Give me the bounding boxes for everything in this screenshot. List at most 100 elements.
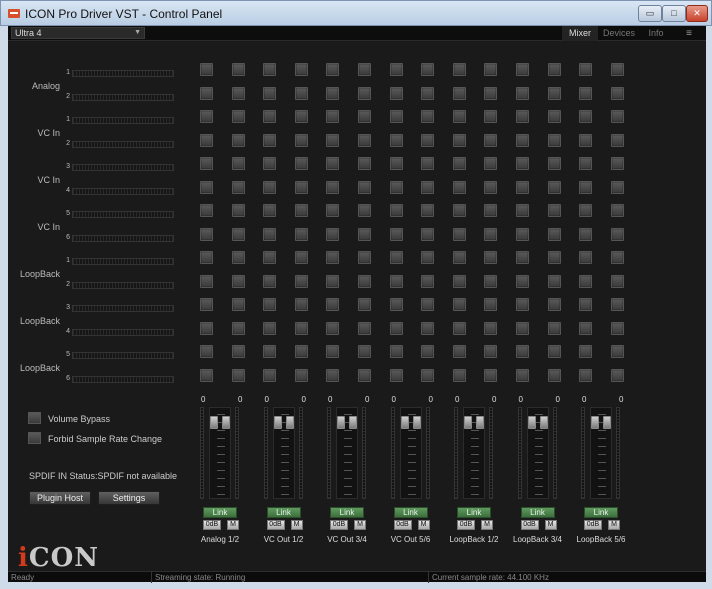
matrix-crosspoint-button[interactable]: [547, 345, 561, 358]
matrix-crosspoint-button[interactable]: [294, 274, 308, 288]
tab-info[interactable]: Info: [640, 26, 672, 41]
matrix-crosspoint-button[interactable]: [389, 368, 403, 382]
matrix-crosspoint-button[interactable]: [231, 274, 245, 288]
volume-bypass-checkbox[interactable]: [28, 412, 41, 424]
matrix-crosspoint-button[interactable]: [610, 274, 624, 288]
matrix-crosspoint-button[interactable]: [579, 133, 593, 147]
matrix-crosspoint-button[interactable]: [579, 345, 593, 358]
matrix-crosspoint-button[interactable]: [452, 133, 466, 147]
matrix-crosspoint-button[interactable]: [484, 63, 498, 76]
matrix-crosspoint-button[interactable]: [484, 204, 498, 217]
matrix-crosspoint-button[interactable]: [263, 86, 277, 100]
matrix-crosspoint-button[interactable]: [547, 63, 561, 76]
matrix-crosspoint-button[interactable]: [263, 63, 277, 76]
output-fader[interactable]: [263, 404, 304, 501]
mute-button[interactable]: M: [417, 520, 430, 530]
matrix-crosspoint-button[interactable]: [389, 227, 403, 241]
zero-db-button[interactable]: 0dB: [266, 520, 285, 530]
matrix-crosspoint-button[interactable]: [200, 368, 213, 382]
matrix-crosspoint-button[interactable]: [452, 204, 466, 217]
matrix-crosspoint-button[interactable]: [516, 321, 529, 335]
matrix-crosspoint-button[interactable]: [326, 86, 340, 100]
matrix-crosspoint-button[interactable]: [358, 180, 371, 194]
matrix-crosspoint-button[interactable]: [231, 298, 245, 311]
matrix-crosspoint-button[interactable]: [484, 368, 498, 382]
matrix-crosspoint-button[interactable]: [452, 251, 466, 264]
matrix-crosspoint-button[interactable]: [421, 368, 435, 382]
matrix-crosspoint-button[interactable]: [579, 110, 593, 123]
matrix-crosspoint-button[interactable]: [326, 157, 340, 170]
matrix-crosspoint-button[interactable]: [326, 110, 340, 123]
matrix-crosspoint-button[interactable]: [484, 180, 498, 194]
matrix-crosspoint-button[interactable]: [610, 345, 624, 358]
matrix-crosspoint-button[interactable]: [389, 157, 403, 170]
matrix-crosspoint-button[interactable]: [547, 133, 561, 147]
zero-db-button[interactable]: 0dB: [584, 520, 602, 530]
matrix-crosspoint-button[interactable]: [231, 110, 245, 123]
matrix-crosspoint-button[interactable]: [516, 274, 529, 288]
matrix-crosspoint-button[interactable]: [200, 274, 213, 288]
matrix-crosspoint-button[interactable]: [516, 180, 529, 194]
tab-devices[interactable]: Devices: [599, 26, 639, 41]
matrix-crosspoint-button[interactable]: [452, 110, 466, 123]
fader-knob-left[interactable]: [337, 416, 345, 429]
matrix-crosspoint-button[interactable]: [389, 204, 403, 217]
matrix-crosspoint-button[interactable]: [547, 157, 561, 170]
matrix-crosspoint-button[interactable]: [579, 227, 593, 241]
mute-button[interactable]: M: [544, 520, 557, 530]
matrix-crosspoint-button[interactable]: [389, 180, 403, 194]
matrix-crosspoint-button[interactable]: [547, 204, 561, 217]
link-button[interactable]: Link: [266, 507, 301, 518]
matrix-crosspoint-button[interactable]: [231, 251, 245, 264]
tab-mixer[interactable]: Mixer: [562, 26, 598, 41]
matrix-crosspoint-button[interactable]: [326, 274, 340, 288]
matrix-crosspoint-button[interactable]: [231, 63, 245, 76]
matrix-crosspoint-button[interactable]: [516, 157, 529, 170]
matrix-crosspoint-button[interactable]: [263, 110, 277, 123]
matrix-crosspoint-button[interactable]: [579, 63, 593, 76]
settings-button[interactable]: Settings: [98, 491, 160, 505]
mute-button[interactable]: M: [354, 520, 366, 530]
link-button[interactable]: Link: [520, 507, 555, 518]
matrix-crosspoint-button[interactable]: [358, 321, 371, 335]
output-fader[interactable]: [390, 404, 431, 501]
matrix-crosspoint-button[interactable]: [389, 321, 403, 335]
matrix-crosspoint-button[interactable]: [358, 110, 371, 123]
matrix-crosspoint-button[interactable]: [547, 321, 561, 335]
maximize-button[interactable]: □: [662, 5, 686, 22]
matrix-crosspoint-button[interactable]: [610, 321, 624, 335]
matrix-crosspoint-button[interactable]: [484, 298, 498, 311]
matrix-crosspoint-button[interactable]: [200, 63, 213, 76]
fader-knob-right[interactable]: [603, 416, 611, 429]
matrix-crosspoint-button[interactable]: [516, 110, 529, 123]
matrix-crosspoint-button[interactable]: [421, 63, 435, 76]
matrix-crosspoint-button[interactable]: [421, 157, 435, 170]
matrix-crosspoint-button[interactable]: [326, 133, 340, 147]
matrix-crosspoint-button[interactable]: [579, 298, 593, 311]
matrix-crosspoint-button[interactable]: [389, 86, 403, 100]
matrix-crosspoint-button[interactable]: [452, 368, 466, 382]
matrix-crosspoint-button[interactable]: [326, 321, 340, 335]
matrix-crosspoint-button[interactable]: [200, 133, 213, 147]
matrix-crosspoint-button[interactable]: [547, 368, 561, 382]
matrix-crosspoint-button[interactable]: [389, 274, 403, 288]
fader-knob-right[interactable]: [476, 416, 484, 429]
matrix-crosspoint-button[interactable]: [610, 251, 624, 264]
matrix-crosspoint-button[interactable]: [294, 368, 308, 382]
matrix-crosspoint-button[interactable]: [579, 204, 593, 217]
matrix-crosspoint-button[interactable]: [610, 180, 624, 194]
matrix-crosspoint-button[interactable]: [579, 157, 593, 170]
zero-db-button[interactable]: 0dB: [393, 520, 412, 530]
matrix-crosspoint-button[interactable]: [294, 251, 308, 264]
mute-button[interactable]: M: [608, 520, 620, 530]
matrix-crosspoint-button[interactable]: [484, 157, 498, 170]
matrix-crosspoint-button[interactable]: [579, 274, 593, 288]
fader-knob-left[interactable]: [273, 416, 282, 429]
matrix-crosspoint-button[interactable]: [263, 157, 277, 170]
matrix-crosspoint-button[interactable]: [358, 63, 371, 76]
matrix-crosspoint-button[interactable]: [294, 133, 308, 147]
matrix-crosspoint-button[interactable]: [421, 345, 435, 358]
matrix-crosspoint-button[interactable]: [484, 345, 498, 358]
matrix-crosspoint-button[interactable]: [326, 180, 340, 194]
matrix-crosspoint-button[interactable]: [326, 345, 340, 358]
